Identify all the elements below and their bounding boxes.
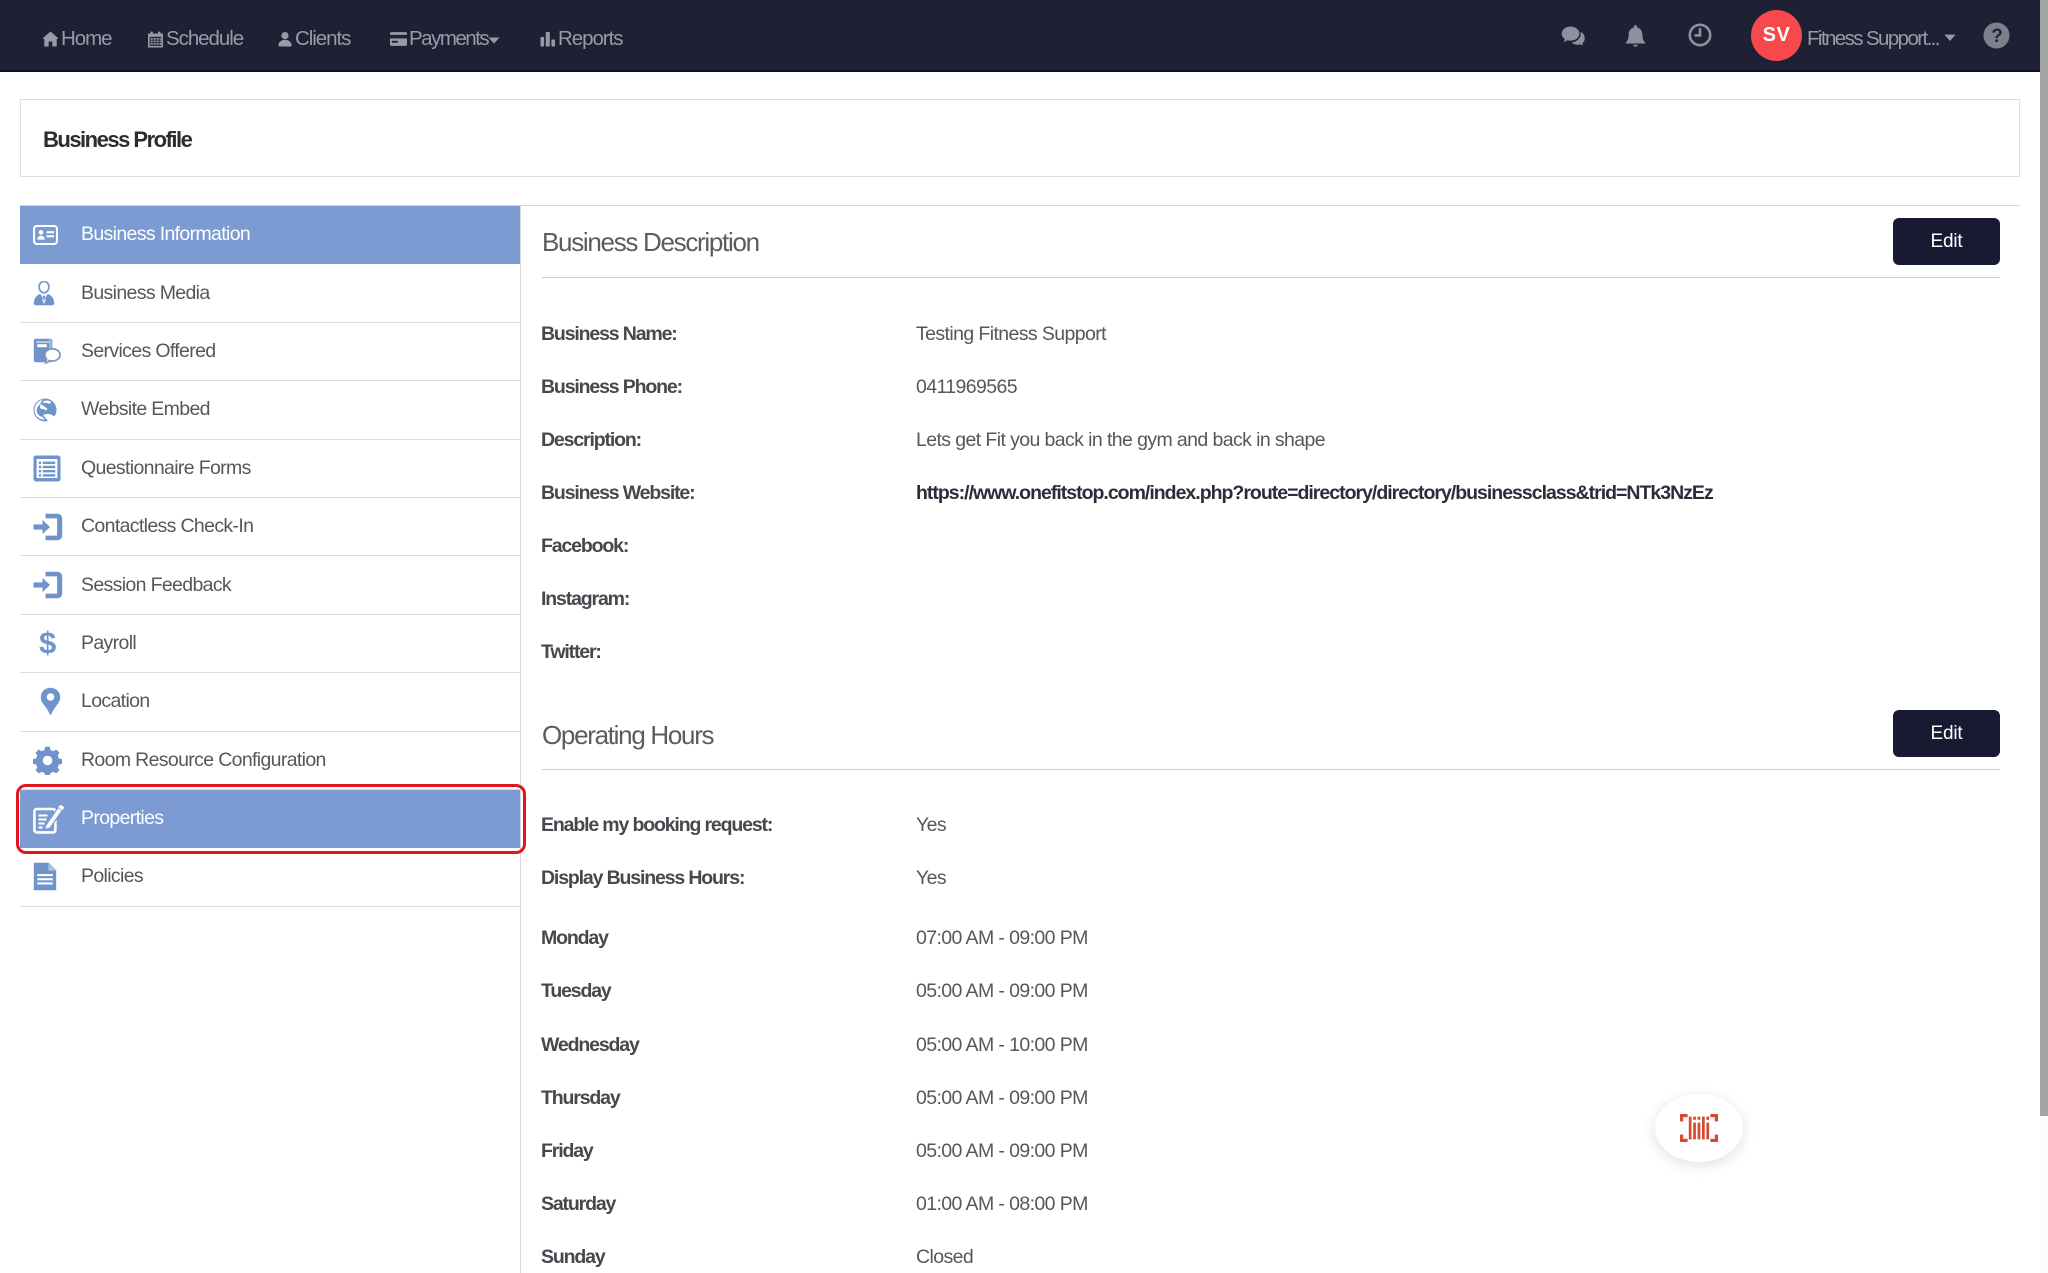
svg-text:?: ? (1991, 26, 2002, 47)
